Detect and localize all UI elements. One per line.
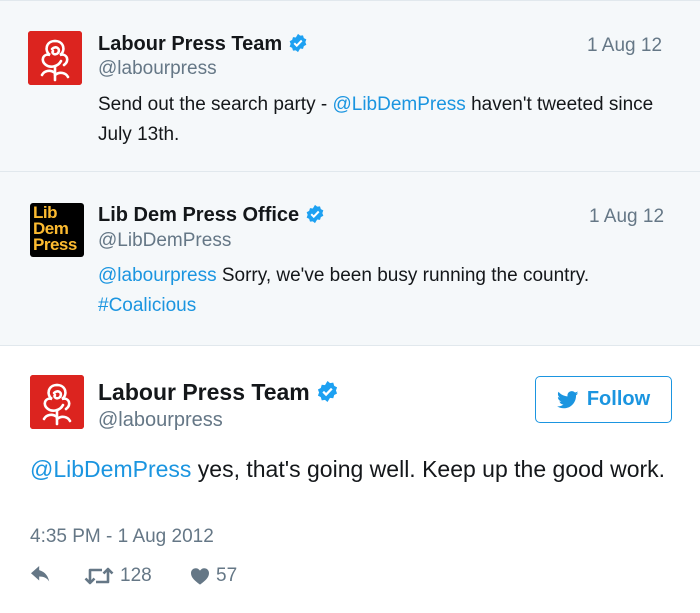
verified-badge-icon	[306, 204, 324, 224]
retweet-icon	[84, 567, 114, 585]
like-count: 57	[216, 565, 238, 586]
tweet-text: Send out the search party - @LibDemPress…	[98, 94, 654, 145]
retweet-button[interactable]: 128	[84, 565, 190, 587]
author-name[interactable]: Labour Press Team	[98, 33, 308, 56]
tweet-text: @LibDemPress yes, that's going well. Kee…	[30, 456, 666, 482]
mention-link[interactable]: @LibDemPress	[30, 456, 191, 482]
mention-link[interactable]: @LibDemPress	[332, 94, 465, 115]
labour-rose-icon	[30, 375, 84, 429]
author-name[interactable]: Lib Dem Press Office	[98, 204, 325, 227]
author-name[interactable]: Labour Press Team	[98, 379, 339, 406]
tweet-date[interactable]: 1 Aug 12	[589, 206, 664, 228]
labour-rose-icon	[28, 31, 82, 85]
like-button[interactable]: 57	[190, 565, 237, 587]
twitter-bird-icon	[556, 390, 579, 408]
follow-button[interactable]: Follow	[535, 376, 672, 423]
reply-icon	[31, 566, 50, 582]
author-handle[interactable]: @labourpress	[98, 409, 223, 432]
tweet-text: @labourpress Sorry, we've been busy runn…	[98, 265, 590, 316]
libdem-avatar[interactable]: Lib Dem Press	[30, 203, 84, 257]
author-handle[interactable]: @labourpress	[98, 58, 217, 80]
tweet-actions: 128 57	[30, 565, 237, 587]
verified-badge-icon	[289, 33, 307, 53]
follow-label: Follow	[586, 388, 651, 410]
retweet-count: 128	[120, 565, 152, 586]
hashtag-link[interactable]: #Coalicious	[98, 295, 196, 316]
author-name-text[interactable]: Labour Press Team	[98, 379, 310, 405]
verified-badge-icon	[317, 380, 337, 403]
tweet-date[interactable]: 1 Aug 12	[587, 35, 662, 57]
labour-avatar[interactable]	[30, 375, 84, 429]
labour-avatar[interactable]	[28, 31, 82, 85]
reply-button[interactable]	[30, 566, 84, 586]
author-name-text[interactable]: Lib Dem Press Office	[98, 204, 299, 226]
heart-icon	[191, 568, 209, 585]
author-name-text[interactable]: Labour Press Team	[98, 33, 282, 55]
author-handle[interactable]: @LibDemPress	[98, 230, 231, 252]
mention-link[interactable]: @labourpress	[98, 265, 217, 286]
tweet-timestamp[interactable]: 4:35 PM - 1 Aug 2012	[30, 526, 214, 548]
